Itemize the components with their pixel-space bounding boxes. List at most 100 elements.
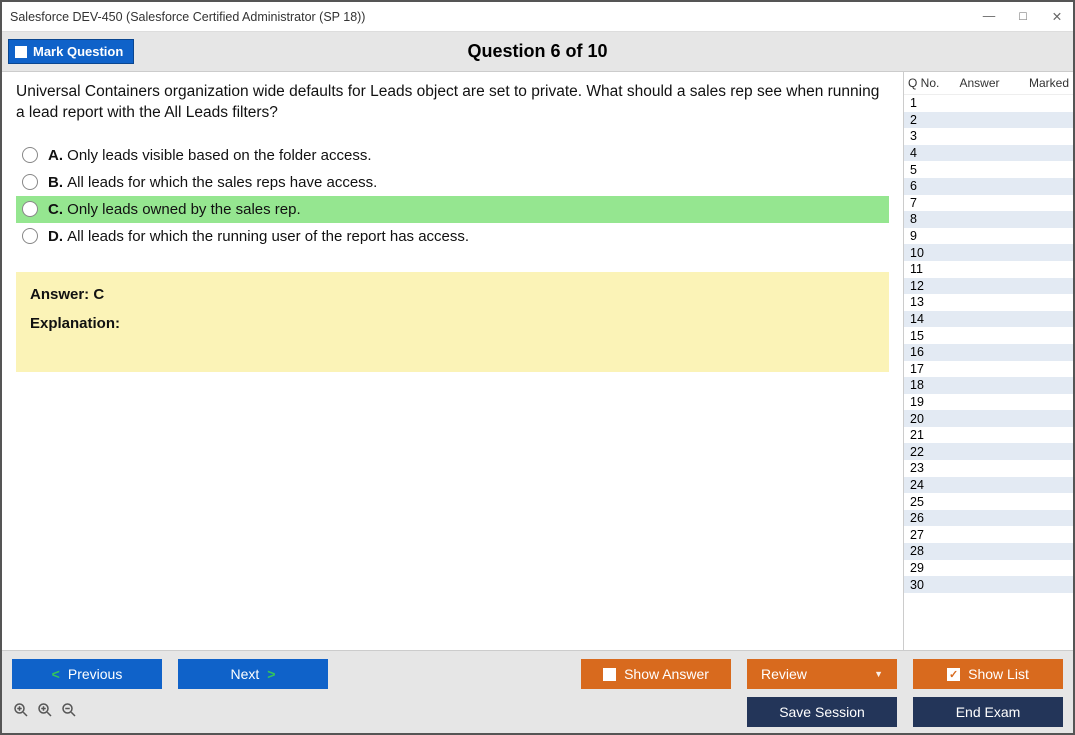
end-exam-button[interactable]: End Exam (913, 697, 1063, 727)
checkbox-icon (603, 668, 616, 681)
answer-option[interactable]: B. All leads for which the sales reps ha… (16, 169, 889, 196)
radio-icon (22, 228, 38, 244)
option-text: C. Only leads owned by the sales rep. (48, 201, 301, 218)
question-number: 7 (910, 196, 940, 210)
question-nav-row[interactable]: 5 (904, 161, 1073, 178)
explanation-label: Explanation: (30, 315, 875, 332)
question-nav-row[interactable]: 1 (904, 95, 1073, 112)
question-nav-row[interactable]: 4 (904, 145, 1073, 162)
question-nav-row[interactable]: 8 (904, 211, 1073, 228)
question-nav-row[interactable]: 23 (904, 460, 1073, 477)
question-number: 6 (910, 179, 940, 193)
question-number: 12 (910, 279, 940, 293)
question-nav-row[interactable]: 27 (904, 526, 1073, 543)
question-nav-row[interactable]: 28 (904, 543, 1073, 560)
close-icon[interactable]: ✕ (1049, 9, 1065, 24)
question-number: 26 (910, 511, 940, 525)
sidebar-list[interactable]: 1234567891011121314151617181920212223242… (904, 94, 1073, 650)
question-nav-row[interactable]: 11 (904, 261, 1073, 278)
question-number: 27 (910, 528, 940, 542)
question-nav-row[interactable]: 10 (904, 244, 1073, 261)
question-number: 5 (910, 163, 940, 177)
window-controls: ― □ ✕ (981, 9, 1065, 24)
save-session-button[interactable]: Save Session (747, 697, 897, 727)
question-number: 29 (910, 561, 940, 575)
save-session-label: Save Session (779, 704, 865, 720)
question-nav-row[interactable]: 24 (904, 477, 1073, 494)
question-panel: Universal Containers organization wide d… (2, 72, 903, 650)
next-button[interactable]: Next > (178, 659, 328, 689)
question-number: 17 (910, 362, 940, 376)
question-nav-sidebar: Q No. Answer Marked 12345678910111213141… (903, 72, 1073, 650)
question-nav-row[interactable]: 30 (904, 576, 1073, 593)
question-nav-row[interactable]: 26 (904, 510, 1073, 527)
question-number: 20 (910, 412, 940, 426)
question-number: 19 (910, 395, 940, 409)
show-answer-button[interactable]: Show Answer (581, 659, 731, 689)
question-nav-row[interactable]: 21 (904, 427, 1073, 444)
chevron-left-icon: < (52, 666, 60, 682)
toolbar: Mark Question Question 6 of 10 (2, 32, 1073, 72)
col-qno: Q No. (908, 76, 948, 90)
col-marked: Marked (1011, 76, 1069, 90)
question-nav-row[interactable]: 14 (904, 311, 1073, 328)
answer-box: Answer: C Explanation: (16, 272, 889, 372)
question-nav-row[interactable]: 16 (904, 344, 1073, 361)
answer-option[interactable]: A. Only leads visible based on the folde… (16, 142, 889, 169)
app-window: Salesforce DEV-450 (Salesforce Certified… (0, 0, 1075, 735)
question-nav-row[interactable]: 7 (904, 195, 1073, 212)
question-nav-row[interactable]: 20 (904, 410, 1073, 427)
checkbox-icon (15, 46, 27, 58)
option-text: A. Only leads visible based on the folde… (48, 147, 372, 164)
question-number: 18 (910, 378, 940, 392)
question-nav-row[interactable]: 17 (904, 361, 1073, 378)
content-body: Universal Containers organization wide d… (2, 72, 1073, 650)
question-nav-row[interactable]: 3 (904, 128, 1073, 145)
question-nav-row[interactable]: 22 (904, 443, 1073, 460)
mark-question-label: Mark Question (33, 44, 123, 59)
answer-option[interactable]: C. Only leads owned by the sales rep. (16, 196, 889, 223)
chevron-right-icon: > (267, 666, 275, 682)
radio-icon (22, 201, 38, 217)
show-list-button[interactable]: ✓ Show List (913, 659, 1063, 689)
question-number: 15 (910, 329, 940, 343)
show-answer-label: Show Answer (624, 666, 709, 682)
review-button[interactable]: Review ▼ (747, 659, 897, 689)
chevron-down-icon: ▼ (874, 669, 883, 679)
question-nav-row[interactable]: 15 (904, 327, 1073, 344)
question-nav-row[interactable]: 9 (904, 228, 1073, 245)
col-answer: Answer (948, 76, 1011, 90)
question-number: 13 (910, 295, 940, 309)
zoom-out-icon[interactable] (60, 701, 78, 724)
question-number: 14 (910, 312, 940, 326)
question-nav-row[interactable]: 6 (904, 178, 1073, 195)
question-number: 22 (910, 445, 940, 459)
minimize-icon[interactable]: ― (981, 9, 997, 24)
zoom-in-icon[interactable] (36, 701, 54, 724)
question-number: 28 (910, 544, 940, 558)
previous-button[interactable]: < Previous (12, 659, 162, 689)
question-nav-row[interactable]: 29 (904, 560, 1073, 577)
question-number: 30 (910, 578, 940, 592)
question-number: 9 (910, 229, 940, 243)
zoom-reset-icon[interactable] (12, 701, 30, 724)
answer-label: Answer: C (30, 286, 875, 303)
question-nav-row[interactable]: 18 (904, 377, 1073, 394)
question-nav-row[interactable]: 12 (904, 278, 1073, 295)
previous-label: Previous (68, 666, 122, 682)
window-title: Salesforce DEV-450 (Salesforce Certified… (10, 10, 981, 24)
question-number: 1 (910, 96, 940, 110)
question-nav-row[interactable]: 13 (904, 294, 1073, 311)
question-nav-row[interactable]: 25 (904, 493, 1073, 510)
question-number: 16 (910, 345, 940, 359)
maximize-icon[interactable]: □ (1015, 9, 1031, 24)
mark-question-button[interactable]: Mark Question (8, 39, 134, 64)
question-number: 21 (910, 428, 940, 442)
question-nav-row[interactable]: 19 (904, 394, 1073, 411)
question-nav-row[interactable]: 2 (904, 112, 1073, 129)
footer-row-2: Save Session End Exam (12, 697, 1063, 727)
answer-option[interactable]: D. All leads for which the running user … (16, 223, 889, 250)
review-label: Review (761, 666, 807, 682)
sidebar-header: Q No. Answer Marked (904, 72, 1073, 94)
footer: < Previous Next > Show Answer Review ▼ ✓… (2, 650, 1073, 733)
